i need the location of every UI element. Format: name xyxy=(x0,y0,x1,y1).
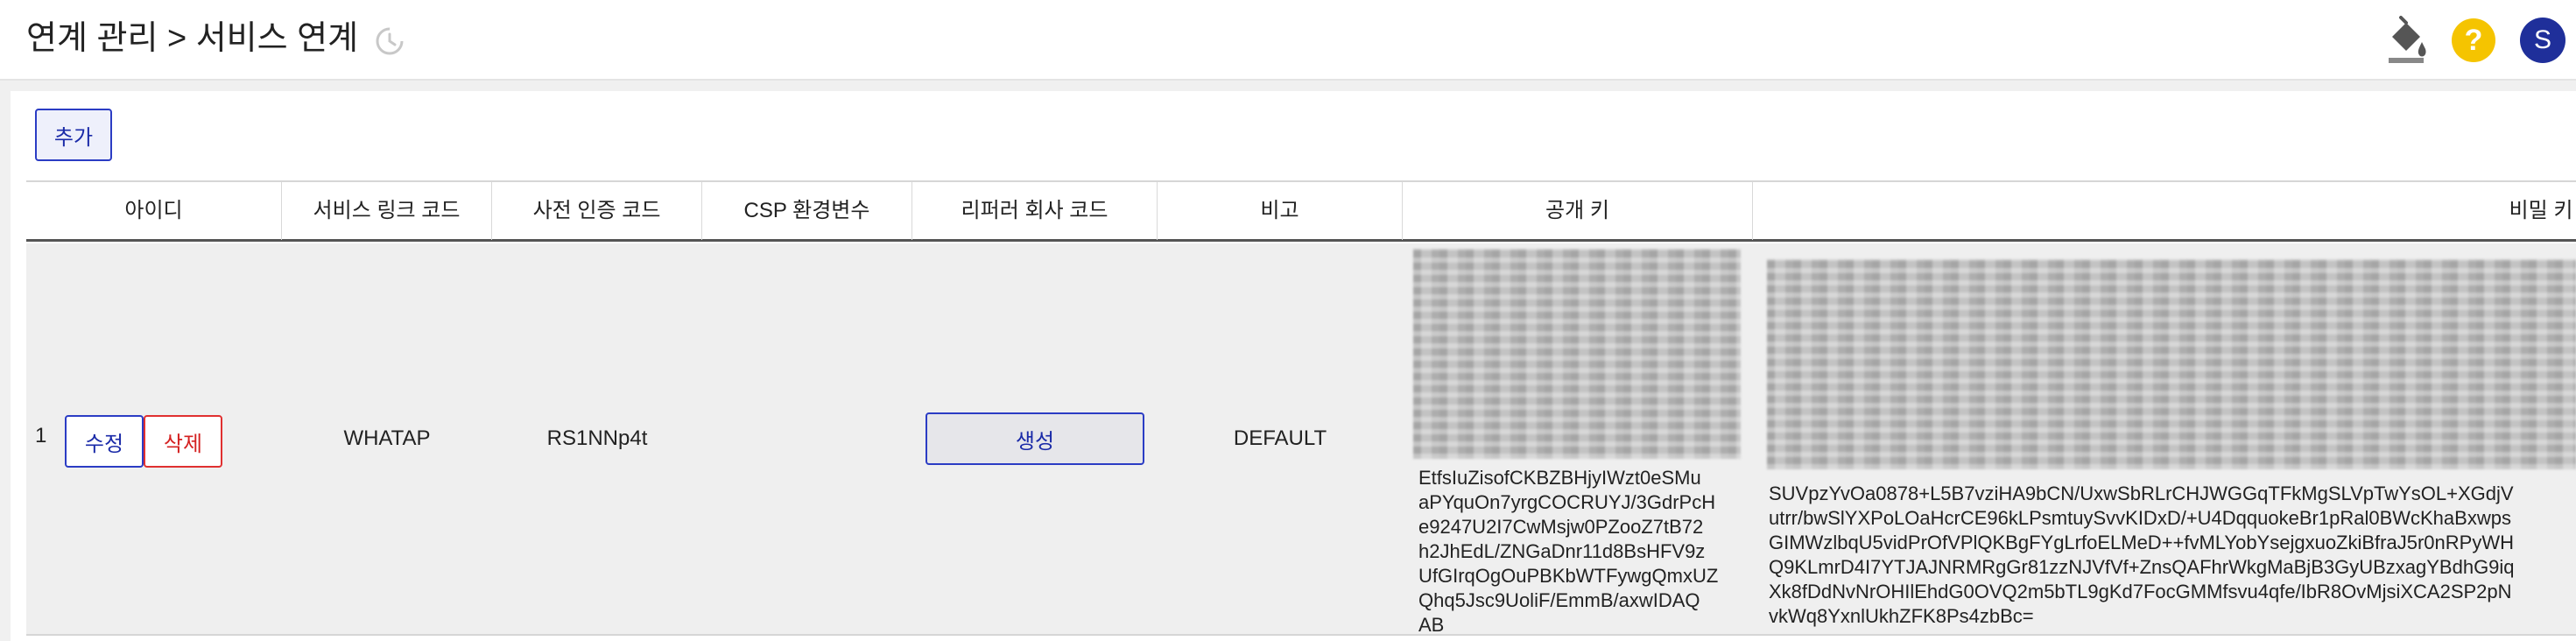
secret-key-text: SUVpzYvOa0878+L5B7vziHA9bCN/UxwSbRLrCHJW… xyxy=(1769,483,2515,627)
service-link-code-value: WHATAP xyxy=(343,426,431,450)
referrer-code-cell: 생성 xyxy=(912,243,1158,634)
redacted-secret-key xyxy=(1767,259,2576,469)
table-row: 1 수정 삭제 WHATAP RS1NNp4t 생성 DEFAULT EtfsI… xyxy=(26,243,2576,636)
secret-key-cell: SUVpzYvOa0878+L5B7vziHA9bCN/UxwSbRLrCHJW… xyxy=(1753,243,2576,634)
column-header-public-key[interactable]: 공개 키 xyxy=(1403,182,1753,240)
page-title: 연계 관리 > 서비스 연계 xyxy=(26,20,359,57)
column-header-pre-auth-code[interactable]: 사전 인증 코드 xyxy=(492,182,702,240)
column-header-secret-key[interactable]: 비밀 키 xyxy=(1753,182,2576,240)
column-header-note[interactable]: 비고 xyxy=(1158,182,1403,240)
public-key-cell: EtfsIuZisofCKBZBHjyIWzt0eSMu aPYquOn7yrg… xyxy=(1403,243,1753,634)
note-value: DEFAULT xyxy=(1233,426,1327,450)
delete-button[interactable]: 삭제 xyxy=(144,415,222,468)
pre-auth-code-cell: RS1NNp4t xyxy=(492,243,702,634)
content-panel: 추가 아이디 서비스 링크 코드 사전 인증 코드 CSP 환경변수 리퍼러 회… xyxy=(11,91,2576,641)
pre-auth-code-value: RS1NNp4t xyxy=(546,426,648,450)
column-header-csp-env[interactable]: CSP 환경변수 xyxy=(702,182,912,240)
row-index: 1 xyxy=(35,424,47,447)
public-key-text: EtfsIuZisofCKBZBHjyIWzt0eSMu aPYquOn7yrg… xyxy=(1418,467,1719,632)
column-header-service-link-code[interactable]: 서비스 링크 코드 xyxy=(282,182,492,240)
column-header-id[interactable]: 아이디 xyxy=(26,182,282,240)
generate-button[interactable]: 생성 xyxy=(926,412,1144,465)
help-icon[interactable]: ? xyxy=(2452,18,2495,62)
column-header-referrer-code[interactable]: 리퍼러 회사 코드 xyxy=(912,182,1158,240)
service-link-table: 아이디 서비스 링크 코드 사전 인증 코드 CSP 환경변수 리퍼러 회사 코… xyxy=(26,180,2576,636)
add-button[interactable]: 추가 xyxy=(35,109,112,161)
redacted-public-key xyxy=(1413,249,1741,459)
paint-bucket-icon[interactable] xyxy=(2385,16,2429,65)
table-header: 아이디 서비스 링크 코드 사전 인증 코드 CSP 환경변수 리퍼러 회사 코… xyxy=(26,180,2576,242)
top-header: 연계 관리 > 서비스 연계 ? S xyxy=(0,0,2576,81)
history-icon[interactable] xyxy=(373,25,406,58)
edit-button[interactable]: 수정 xyxy=(65,415,144,468)
avatar[interactable]: S xyxy=(2520,18,2565,63)
service-link-code-cell: WHATAP xyxy=(282,243,492,634)
note-cell: DEFAULT xyxy=(1158,243,1403,634)
csp-env-cell xyxy=(702,243,912,634)
